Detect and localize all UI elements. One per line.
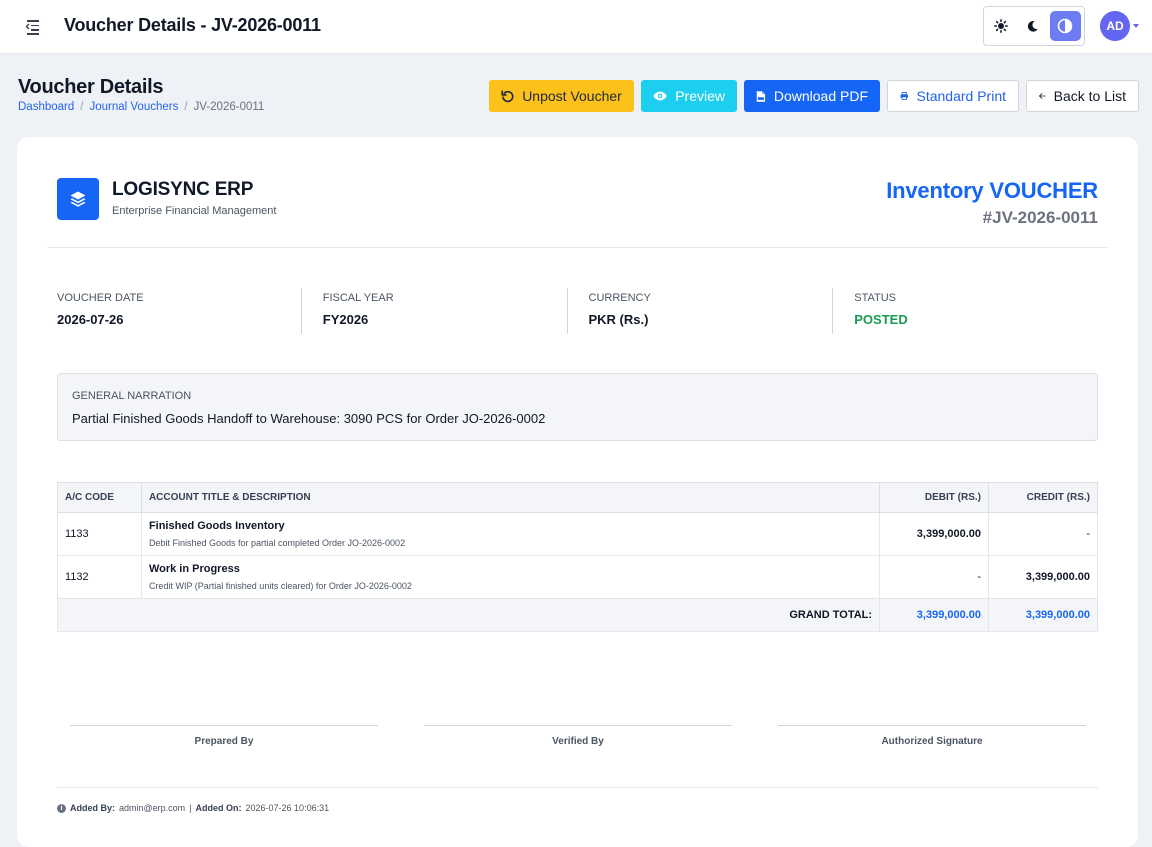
- info-label: CURRENCY: [588, 292, 651, 304]
- breadcrumb: Dashboard / Journal Vouchers / JV-2026-0…: [18, 101, 264, 113]
- action-toolbar: Unpost Voucher Preview Download PDF Stan…: [489, 80, 1139, 112]
- added-by-label: Added By:: [70, 803, 115, 813]
- account-title: Finished Goods Inventory: [148, 520, 285, 532]
- general-narration: GENERAL NARRATION Partial Finished Goods…: [57, 373, 1098, 441]
- account-description: Debit Finished Goods for partial complet…: [148, 538, 406, 548]
- footer-separator: |: [189, 803, 192, 813]
- unpost-label: Unpost Voucher: [522, 88, 622, 104]
- pdf-file-icon: [756, 90, 766, 102]
- breadcrumb-journal-vouchers[interactable]: Journal Vouchers: [89, 101, 178, 113]
- theme-auto-button[interactable]: [1049, 11, 1081, 41]
- preview-label: Preview: [675, 88, 725, 104]
- narration-label: GENERAL NARRATION: [72, 390, 192, 402]
- theme-dark-button[interactable]: [1018, 11, 1046, 41]
- added-on-value: 2026-07-26 10:06:31: [245, 803, 330, 813]
- credit-amount: 3,399,000.00: [988, 555, 1098, 599]
- window-title: Voucher Details - JV-2026-0011: [64, 15, 321, 35]
- info-label: FISCAL YEAR: [322, 292, 394, 304]
- printer-icon: [900, 92, 908, 100]
- table-row: 1132 Work in Progress Credit WIP (Partia…: [57, 555, 1098, 599]
- print-label: Standard Print: [916, 88, 1007, 104]
- info-value: 2026-07-26: [57, 312, 124, 327]
- menu-collapse-icon[interactable]: [24, 17, 42, 35]
- footer-divider: [57, 787, 1098, 788]
- download-label: Download PDF: [773, 88, 868, 104]
- info-value: FY2026: [322, 312, 369, 327]
- header-divider: [47, 247, 1108, 248]
- column-header-code: A/C CODE: [57, 482, 142, 513]
- breadcrumb-separator: /: [80, 101, 84, 113]
- voucher-card: LOGISYNC ERP Enterprise Financial Manage…: [17, 137, 1138, 847]
- company-logo: [57, 178, 99, 220]
- layers-icon: [70, 191, 86, 207]
- account-code: 1133: [57, 512, 142, 556]
- debit-amount: 3,399,000.00: [879, 512, 990, 556]
- user-menu[interactable]: AD: [1100, 11, 1139, 41]
- grand-total-label: GRAND TOTAL:: [56, 598, 881, 632]
- moon-icon: [1027, 20, 1038, 32]
- info-voucher-date: VOUCHER DATE 2026-07-26: [57, 288, 302, 334]
- voucher-entries-table: A/C CODE ACCOUNT TITLE & DESCRIPTION DEB…: [56, 482, 1098, 632]
- account-description: Credit WIP (Partial finished units clear…: [148, 581, 412, 591]
- unpost-voucher-button[interactable]: Unpost Voucher: [489, 80, 634, 112]
- voucher-info-row: VOUCHER DATE 2026-07-26 FISCAL YEAR FY20…: [57, 288, 1098, 334]
- info-label: VOUCHER DATE: [57, 292, 144, 304]
- avatar: AD: [1100, 11, 1130, 41]
- table-row: 1133 Finished Goods Inventory Debit Fini…: [57, 512, 1098, 556]
- info-value: PKR (Rs.): [588, 312, 649, 327]
- info-icon: i: [57, 803, 66, 813]
- back-to-list-button[interactable]: Back to List: [1026, 80, 1139, 112]
- account-cell: Work in Progress Credit WIP (Partial fin…: [140, 555, 881, 599]
- signature-row: Prepared By Verified By Authorized Signa…: [70, 725, 1086, 747]
- sun-icon: [994, 19, 1009, 33]
- status-badge: POSTED: [854, 312, 908, 327]
- grand-total-row: GRAND TOTAL: 3,399,000.00 3,399,000.00: [56, 598, 1098, 632]
- account-title: Work in Progress: [148, 563, 240, 575]
- column-header-debit: DEBIT (RS.): [879, 482, 990, 513]
- back-label: Back to List: [1053, 88, 1126, 104]
- added-on-label: Added On:: [195, 803, 242, 813]
- table-header-row: A/C CODE ACCOUNT TITLE & DESCRIPTION DEB…: [57, 482, 1098, 513]
- account-code: 1132: [57, 555, 142, 599]
- breadcrumb-dashboard[interactable]: Dashboard: [18, 101, 74, 113]
- voucher-number: #JV-2026-0011: [982, 208, 1098, 227]
- company-tagline: Enterprise Financial Management: [112, 205, 277, 217]
- preview-button[interactable]: Preview: [641, 80, 737, 112]
- added-by-value: admin@erp.com: [119, 803, 186, 813]
- info-currency: CURRENCY PKR (Rs.): [568, 288, 834, 334]
- voucher-type-title: Inventory VOUCHER: [886, 178, 1098, 203]
- breadcrumb-separator: /: [184, 101, 188, 113]
- info-status: STATUS POSTED: [833, 288, 1098, 334]
- top-navbar: Voucher Details - JV-2026-0011 AD: [0, 0, 1152, 54]
- column-header-credit: CREDIT (RS.): [988, 482, 1098, 513]
- account-cell: Finished Goods Inventory Debit Finished …: [140, 512, 881, 556]
- credit-amount: -: [988, 512, 1098, 556]
- contrast-icon: [1058, 18, 1073, 34]
- breadcrumb-current: JV-2026-0011: [193, 101, 265, 113]
- audit-footer: i Added By: admin@erp.com | Added On: 20…: [57, 803, 329, 813]
- total-credit: 3,399,000.00: [988, 598, 1098, 632]
- total-debit: 3,399,000.00: [879, 598, 990, 632]
- signature-prepared-by: Prepared By: [70, 725, 378, 747]
- page-title: Voucher Details: [18, 76, 164, 98]
- info-label: STATUS: [854, 292, 897, 304]
- theme-light-button[interactable]: [987, 11, 1015, 41]
- eye-icon: [653, 91, 667, 101]
- undo-icon: [501, 89, 514, 102]
- standard-print-button[interactable]: Standard Print: [887, 80, 1019, 112]
- info-fiscal-year: FISCAL YEAR FY2026: [302, 288, 568, 334]
- theme-switcher: [983, 6, 1085, 46]
- company-name: LOGISYNC ERP: [112, 179, 254, 200]
- narration-text: Partial Finished Goods Handoff to Wareho…: [72, 411, 546, 426]
- chevron-down-icon: [1133, 24, 1139, 28]
- arrow-left-icon: [1039, 93, 1046, 99]
- download-pdf-button[interactable]: Download PDF: [744, 80, 880, 112]
- debit-amount: -: [879, 555, 990, 599]
- signature-verified-by: Verified By: [424, 725, 732, 747]
- signature-authorized: Authorized Signature: [778, 725, 1086, 747]
- column-header-account: ACCOUNT TITLE & DESCRIPTION: [140, 482, 881, 513]
